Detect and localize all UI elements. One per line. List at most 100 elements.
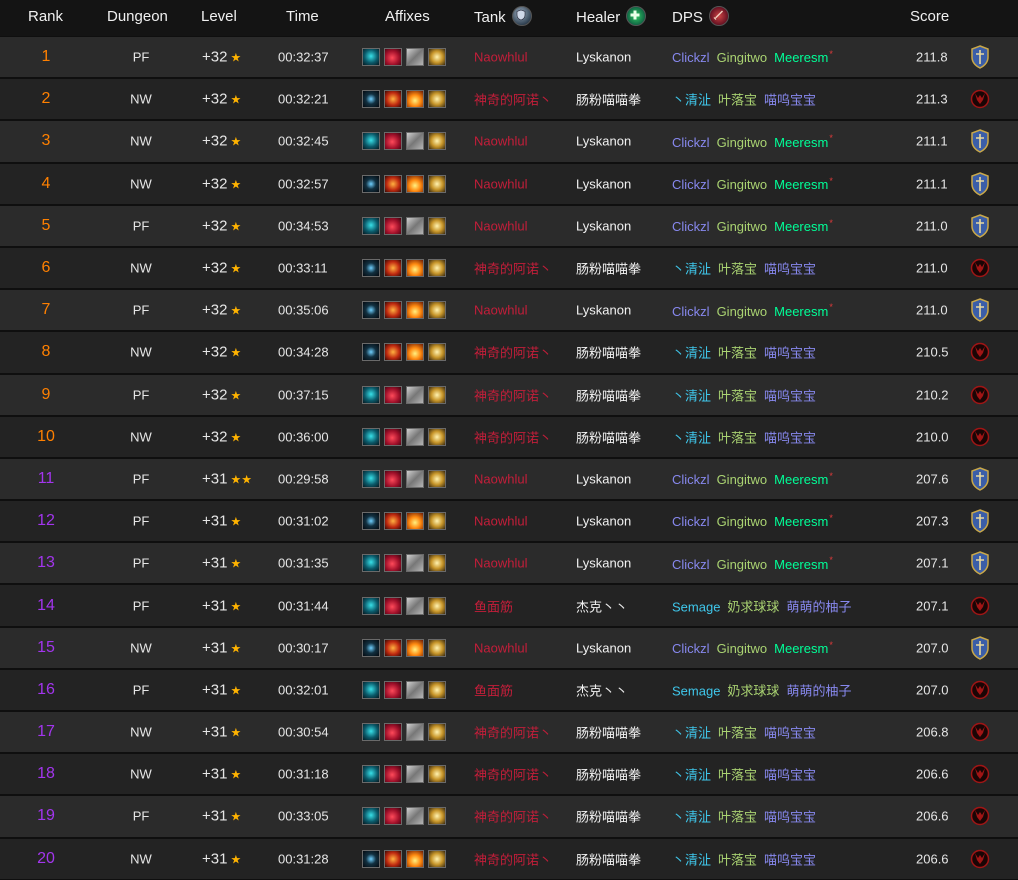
affix-icon-gold[interactable] bbox=[428, 259, 446, 278]
dps-name[interactable]: Gingitwo bbox=[717, 557, 768, 572]
affix-icon-gold[interactable] bbox=[428, 512, 446, 531]
affix-icon-crimson[interactable] bbox=[384, 48, 402, 67]
dungeon-cell[interactable]: NW bbox=[115, 851, 167, 866]
affix-icon-gold[interactable] bbox=[428, 807, 446, 826]
tank-name[interactable]: 神奇的阿诺丶 bbox=[474, 807, 552, 826]
table-row[interactable]: 4 NW +32 ★ 00:32:57 Naowhlul Lyskanon Clickzl Gi… bbox=[0, 162, 1018, 205]
affix-icon-dark[interactable] bbox=[362, 343, 380, 362]
healer-name[interactable]: Lyskanon bbox=[576, 640, 631, 655]
affix-icon-red[interactable] bbox=[384, 90, 402, 109]
dps-name[interactable]: 喵呜宝宝 bbox=[764, 430, 816, 445]
dps-name[interactable]: 叶落宝 bbox=[718, 346, 757, 361]
affix-icon-teal[interactable] bbox=[362, 596, 380, 615]
tank-name[interactable]: Naowhlul bbox=[474, 556, 527, 571]
dungeon-cell[interactable]: NW bbox=[115, 92, 167, 107]
dps-name[interactable]: 喵呜宝宝 bbox=[764, 852, 816, 867]
affix-icon-grey[interactable] bbox=[406, 723, 424, 742]
table-row[interactable]: 11 PF +31 ★★ 00:29:58 Naowhlul Lyskanon Clickzl… bbox=[0, 457, 1018, 501]
dps-name[interactable]: 丶清沚 bbox=[672, 430, 711, 445]
dungeon-cell[interactable]: NW bbox=[115, 429, 167, 444]
affix-icon-dark[interactable] bbox=[362, 638, 380, 657]
healer-name[interactable]: Lyskanon bbox=[576, 218, 631, 233]
affix-icon-orange[interactable] bbox=[406, 512, 424, 531]
affix-icon-dark[interactable] bbox=[362, 301, 380, 320]
affix-icon-gold[interactable] bbox=[428, 554, 446, 573]
dps-name[interactable]: 喵呜宝宝 bbox=[764, 810, 816, 825]
affix-icon-teal[interactable] bbox=[362, 48, 380, 67]
affix-icon-dark[interactable] bbox=[362, 174, 380, 193]
dungeon-cell[interactable]: NW bbox=[115, 767, 167, 782]
healer-name[interactable]: Lyskanon bbox=[576, 50, 631, 65]
affix-icon-teal[interactable] bbox=[362, 216, 380, 235]
affix-icon-orange[interactable] bbox=[406, 849, 424, 868]
affix-icon-gold[interactable] bbox=[428, 469, 446, 488]
healer-name[interactable]: 肠粉喵喵拳 bbox=[576, 427, 641, 446]
table-row[interactable]: 8 NW +32 ★ 00:34:28 神奇的阿诺丶 肠粉喵喵拳 丶清沚 叶落宝 喵呜宝宝 210.… bbox=[0, 331, 1018, 374]
dps-name[interactable]: 萌萌的柚子 bbox=[786, 683, 851, 698]
dps-name[interactable]: Gingitwo bbox=[717, 219, 768, 234]
tank-name[interactable]: 鱼面筋 bbox=[474, 680, 513, 699]
affix-icon-red[interactable] bbox=[384, 638, 402, 657]
affix-icon-gold[interactable] bbox=[428, 48, 446, 67]
healer-name[interactable]: Lyskanon bbox=[576, 134, 631, 149]
dps-name[interactable]: Gingitwo bbox=[717, 472, 768, 487]
tank-name[interactable]: 神奇的阿诺丶 bbox=[474, 90, 552, 109]
affix-icon-dark[interactable] bbox=[362, 849, 380, 868]
affix-icon-gold[interactable] bbox=[428, 216, 446, 235]
dps-name[interactable]: 叶落宝 bbox=[718, 388, 757, 403]
tank-name[interactable]: 神奇的阿诺丶 bbox=[474, 343, 552, 362]
tank-name[interactable]: Naowhlul bbox=[474, 303, 527, 318]
affix-icon-teal[interactable] bbox=[362, 723, 380, 742]
healer-name[interactable]: Lyskanon bbox=[576, 471, 631, 486]
healer-name[interactable]: Lyskanon bbox=[576, 514, 631, 529]
affix-icon-crimson[interactable] bbox=[384, 554, 402, 573]
dps-name[interactable]: Clickzl bbox=[672, 472, 710, 487]
affix-icon-teal[interactable] bbox=[362, 427, 380, 446]
affix-icon-gold[interactable] bbox=[428, 385, 446, 404]
dps-name[interactable]: 萌萌的柚子 bbox=[786, 599, 851, 614]
dungeon-cell[interactable]: NW bbox=[115, 261, 167, 276]
affix-icon-dark[interactable] bbox=[362, 512, 380, 531]
affix-icon-gold[interactable] bbox=[428, 343, 446, 362]
table-row[interactable]: 12 PF +31 ★ 00:31:02 Naowhlul Lyskanon Clickzl G… bbox=[0, 500, 1018, 543]
affix-icon-gold[interactable] bbox=[428, 301, 446, 320]
dps-name[interactable]: 叶落宝 bbox=[718, 810, 757, 825]
dps-name[interactable]: 丶清沚 bbox=[672, 726, 711, 741]
affix-icon-grey[interactable] bbox=[406, 554, 424, 573]
dps-name[interactable]: Meeresm* bbox=[774, 513, 833, 529]
affix-icon-grey[interactable] bbox=[406, 132, 424, 151]
dps-name[interactable]: Gingitwo bbox=[717, 177, 768, 192]
dps-name[interactable]: Meeresm* bbox=[774, 218, 833, 234]
affix-icon-red[interactable] bbox=[384, 174, 402, 193]
header-rank[interactable]: Rank bbox=[28, 8, 63, 25]
affix-icon-gold[interactable] bbox=[428, 723, 446, 742]
header-time[interactable]: Time bbox=[286, 8, 319, 25]
dungeon-cell[interactable]: PF bbox=[115, 682, 167, 697]
tank-name[interactable]: Naowhlul bbox=[474, 471, 527, 486]
affix-icon-crimson[interactable] bbox=[384, 216, 402, 235]
dps-name[interactable]: Meeresm* bbox=[774, 471, 833, 487]
tank-name[interactable]: Naowhlul bbox=[474, 218, 527, 233]
healer-name[interactable]: Lyskanon bbox=[576, 556, 631, 571]
affix-icon-teal[interactable] bbox=[362, 807, 380, 826]
dps-name[interactable]: Gingitwo bbox=[717, 303, 768, 318]
table-row[interactable]: 3 NW +32 ★ 00:32:45 Naowhlul Lyskanon Clickzl Gi… bbox=[0, 120, 1018, 163]
header-score[interactable]: Score bbox=[910, 8, 949, 25]
dps-name[interactable]: Clickzl bbox=[672, 557, 710, 572]
dps-name[interactable]: 奶求球球 bbox=[727, 683, 779, 698]
dps-name[interactable]: Meeresm* bbox=[774, 555, 833, 571]
affix-icon-crimson[interactable] bbox=[384, 469, 402, 488]
tank-name[interactable]: Naowhlul bbox=[474, 640, 527, 655]
dungeon-cell[interactable]: PF bbox=[115, 218, 167, 233]
dps-name[interactable]: 叶落宝 bbox=[718, 93, 757, 108]
dungeon-cell[interactable]: PF bbox=[115, 303, 167, 318]
tank-name[interactable]: Naowhlul bbox=[474, 514, 527, 529]
affix-icon-crimson[interactable] bbox=[384, 765, 402, 784]
tank-name[interactable]: Naowhlul bbox=[474, 134, 527, 149]
affix-icon-red[interactable] bbox=[384, 301, 402, 320]
affix-icon-gold[interactable] bbox=[428, 90, 446, 109]
affix-icon-crimson[interactable] bbox=[384, 132, 402, 151]
dungeon-cell[interactable]: NW bbox=[115, 640, 167, 655]
affix-icon-grey[interactable] bbox=[406, 469, 424, 488]
dps-name[interactable]: 丶清沚 bbox=[672, 93, 711, 108]
